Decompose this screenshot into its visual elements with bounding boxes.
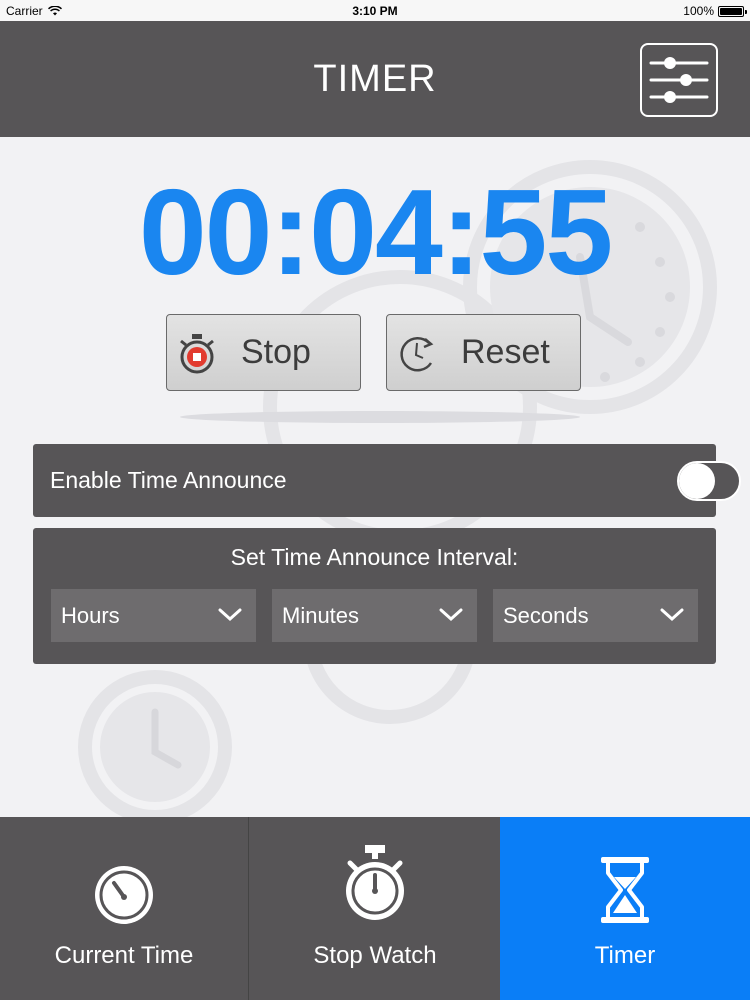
stopwatch-icon — [346, 845, 404, 920]
tab-label: Stop Watch — [313, 942, 437, 969]
time-announce-toggle[interactable] — [677, 461, 741, 501]
stop-label: Stop — [241, 333, 311, 371]
tab-label: Current Time — [54, 942, 194, 969]
seconds-value: Seconds — [503, 603, 589, 628]
time-announce-panel: Enable Time Announce — [33, 444, 741, 517]
tab-label: Timer — [594, 942, 656, 969]
battery-icon — [718, 5, 747, 17]
nav-bar: TIMER — [0, 21, 750, 137]
hours-select[interactable]: Hours — [51, 589, 256, 642]
sliders-icon — [649, 57, 709, 103]
minutes-value: Minutes — [282, 603, 360, 628]
status-time: 3:10 PM — [352, 4, 398, 18]
reset-icon — [400, 336, 434, 371]
chevron-down-icon — [660, 608, 684, 622]
time-announce-label: Enable Time Announce — [50, 467, 287, 493]
status-bar: Carrier 3:10 PM 100% — [0, 0, 750, 21]
tab-stop-watch[interactable]: Stop Watch — [250, 817, 500, 1000]
stop-icon — [180, 333, 214, 373]
battery-percent: 100% — [683, 4, 714, 18]
announce-interval-panel: Set Time Announce Interval: Hours Minute… — [33, 528, 716, 664]
seconds-select[interactable]: Seconds — [493, 589, 698, 642]
hourglass-icon — [601, 857, 649, 923]
chevron-down-icon — [439, 608, 463, 622]
interval-title: Set Time Announce Interval: — [230, 544, 519, 570]
tab-current-time[interactable]: Current Time — [0, 817, 249, 1000]
stop-button[interactable]: Stop — [166, 314, 361, 391]
tab-timer[interactable]: Timer — [500, 817, 750, 1000]
toggle-knob — [679, 463, 715, 499]
reset-button[interactable]: Reset — [386, 314, 581, 391]
reset-label: Reset — [461, 333, 550, 371]
timer-display: 00:04:55 — [138, 164, 613, 300]
minutes-select[interactable]: Minutes — [272, 589, 477, 642]
hours-value: Hours — [61, 603, 120, 628]
clock-icon — [95, 866, 153, 924]
chevron-down-icon — [218, 608, 242, 622]
tab-bar: Current Time Stop Watch Timer — [0, 817, 750, 1000]
settings-button[interactable] — [640, 43, 718, 117]
page-title: TIMER — [313, 58, 437, 100]
